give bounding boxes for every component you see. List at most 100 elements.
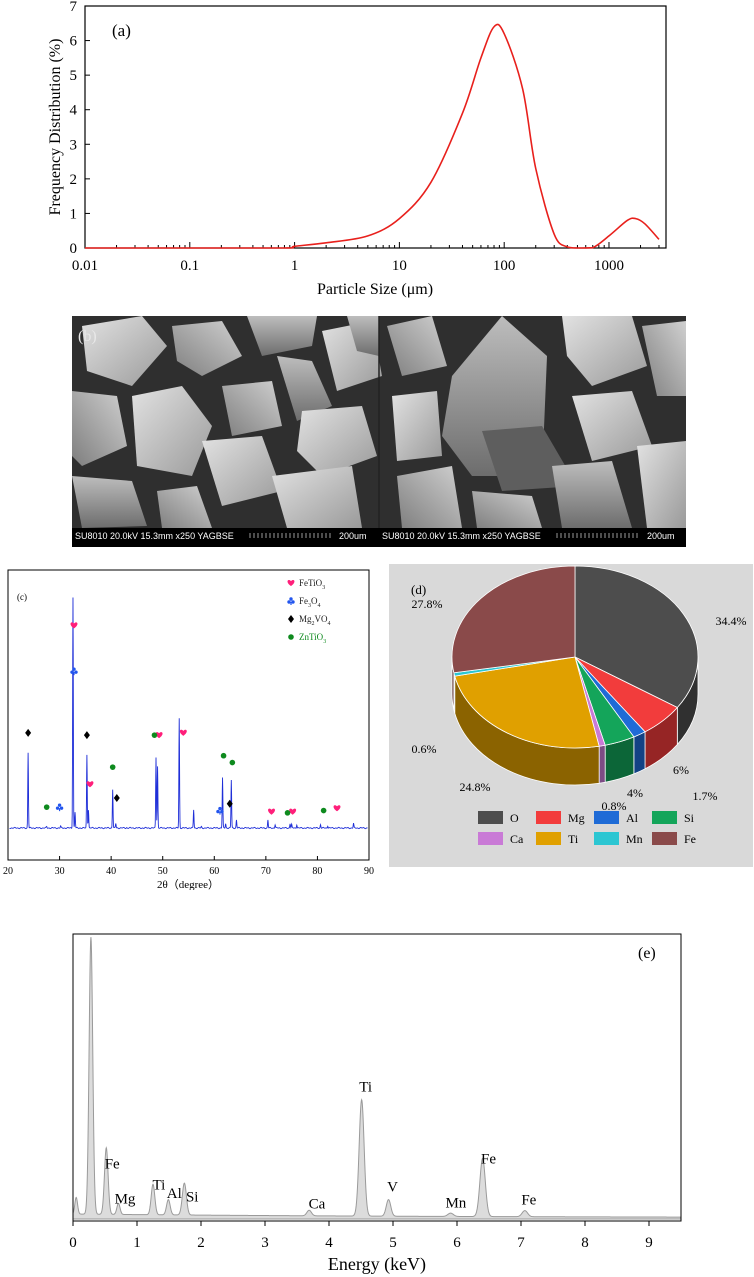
chart-e-peak-label: Fe (521, 1193, 536, 1209)
chart-c-panel-label: (c) (17, 592, 27, 602)
chart-c-phase-marker (284, 810, 291, 816)
chart-c-phase-marker (268, 808, 275, 815)
chart-c-phase-marker (289, 808, 297, 815)
chart-e-peak-label: Ca (309, 1197, 326, 1213)
chart-c-legend-label: FeTiO3 (299, 578, 325, 591)
chart-e-xtick-label: 4 (325, 1235, 333, 1251)
chart-c-legend-marker (288, 615, 294, 623)
chart-c-xtick-label: 50 (158, 866, 168, 877)
chart-a-xlabel: Particle Size (μm) (317, 281, 433, 298)
chart-d-slice-label: 0.6% (412, 742, 437, 756)
chart-e-xtick-label: 0 (69, 1235, 77, 1251)
chart-a-ytick-label: 6 (70, 34, 78, 50)
chart-a-xtick-label: 1 (291, 258, 299, 274)
chart-c-xtick-label: 70 (261, 866, 271, 877)
chart-c-legend-marker (287, 579, 295, 586)
chart-e-xtick-label: 6 (453, 1235, 461, 1251)
chart-e-peak-label: Ti (359, 1080, 372, 1096)
chart-d-legend-label: Mg (568, 811, 585, 825)
chart-d-legend-swatch (652, 832, 677, 845)
chart-a-ylabel: Frequency Distribution (%) (47, 39, 64, 216)
chart-c-phase-marker (70, 667, 78, 676)
chart-a-xtick-label: 10 (392, 258, 407, 274)
chart-c-legend-marker (287, 597, 295, 605)
chart-c-phase-marker (113, 794, 120, 802)
chart-c-legend-label: ZnTiO3 (299, 632, 326, 645)
chart-c-phase-marker (25, 728, 32, 737)
chart-e: (e) OFeMgTiAlSiCaTiVMnFeFe 0123456789 En… (69, 930, 682, 1275)
chart-c-phase-marker (109, 764, 116, 770)
chart-d-legend-swatch (478, 811, 503, 824)
chart-a-ytick-label: 2 (70, 172, 78, 188)
chart-a-ytick-label: 5 (70, 68, 78, 84)
chart-e-xlabel: Energy (keV) (328, 1254, 426, 1275)
chart-c-phase-marker (220, 752, 227, 759)
chart-c-xtick-label: 20 (3, 866, 13, 877)
chart-a-ytick-label: 0 (70, 241, 78, 257)
chart-a-xtick-label: 0.01 (72, 258, 98, 274)
chart-c-xtick-label: 90 (364, 866, 374, 877)
chart-d-legend-label: O (510, 811, 519, 825)
chart-a-ytick-label: 1 (70, 206, 78, 222)
chart-d-slice-side-ca (598, 744, 606, 784)
chart-e-peak-label: Si (186, 1190, 199, 1206)
chart-a-ytick-label: 3 (70, 137, 78, 153)
chart-d-slice-label: 1.7% (693, 789, 718, 803)
chart-c-xtick-label: 40 (106, 866, 116, 877)
chart-c-xtick-label: 80 (312, 866, 322, 877)
chart-e-peak-label: Fe (105, 1156, 120, 1172)
chart-a-ytick-label: 4 (70, 103, 78, 119)
chart-e-peak-label: Fe (481, 1151, 496, 1167)
chart-d-legend-swatch (478, 832, 503, 845)
chart-d-legend-label: Mn (626, 832, 643, 846)
chart-a-series-line (85, 23, 660, 249)
chart-e-xtick-label: 8 (581, 1235, 589, 1251)
chart-d-legend-label: Ti (568, 832, 579, 846)
chart-d-legend-swatch (536, 811, 561, 824)
chart-c-phase-marker (55, 803, 64, 812)
chart-e-xtick-label: 5 (389, 1235, 397, 1251)
chart-d-legend-label: Al (626, 811, 639, 825)
chart-d-legend-swatch (594, 832, 619, 845)
chart-c-phase-marker (179, 729, 187, 736)
chart-c-legend-marker (288, 634, 294, 640)
chart-a-xtick-label: 0.1 (180, 258, 199, 274)
chart-c-phase-marker (70, 622, 78, 629)
chart-d-legend-label: Ca (510, 832, 524, 846)
sem-image (72, 316, 686, 547)
chart-e-peak-label: O (89, 930, 100, 933)
chart-e-xtick-label: 9 (645, 1235, 653, 1251)
chart-a: (a) 0 1 2 3 4 5 6 7 0.01 0.1 1 10 100 1000 Frequency… (47, 0, 667, 298)
chart-e-xtick-label: 7 (517, 1235, 525, 1251)
chart-e-peak-label: Mg (115, 1191, 136, 1207)
sem-left-caption: SU8010 20.0kV 15.3mm x250 YAGBSE (75, 531, 234, 541)
chart-e-peak-label: Mn (445, 1195, 466, 1211)
chart-c-legend-label: Fe3O4 (299, 596, 321, 609)
chart-a-panel-label: (a) (112, 21, 131, 40)
chart-c-phase-marker (151, 732, 158, 738)
chart-d-legend-swatch (536, 832, 561, 845)
chart-e-peak-label: Ti (153, 1177, 166, 1193)
chart-d-slice-label: 34.4% (716, 614, 747, 628)
chart-c-xtick-label: 60 (209, 866, 219, 877)
chart-e-xtick-label: 1 (133, 1235, 141, 1251)
chart-d-slice-side-al (633, 731, 646, 775)
chart-d-legend-swatch (594, 811, 619, 824)
chart-d-slice-label: 4% (627, 786, 643, 800)
sem-right-scale: 200um (647, 531, 675, 541)
chart-d-slice-label: 6% (673, 763, 689, 777)
chart-c-xlabel: 2θ（degree） (157, 878, 219, 890)
chart-a-frame (84, 5, 667, 249)
chart-c-phase-marker (43, 804, 50, 810)
chart-d-legend-label: Si (684, 811, 695, 825)
chart-d-slice-label: 0.8% (602, 799, 627, 813)
chart-d-legend-label: Fe (684, 832, 696, 846)
chart-a-ytick-label: 7 (70, 0, 78, 15)
chart-e-xtick-label: 2 (197, 1235, 205, 1251)
chart-c-phase-marker (229, 759, 236, 766)
chart-d-slice-label: 24.8% (460, 780, 491, 794)
chart-a-xtick-label: 1000 (594, 258, 624, 274)
sem-right-caption: SU8010 20.0kV 15.3mm x250 YAGBSE (382, 531, 541, 541)
chart-e-peak-label: V (387, 1180, 398, 1196)
chart-e-peak-label: Al (167, 1186, 182, 1202)
